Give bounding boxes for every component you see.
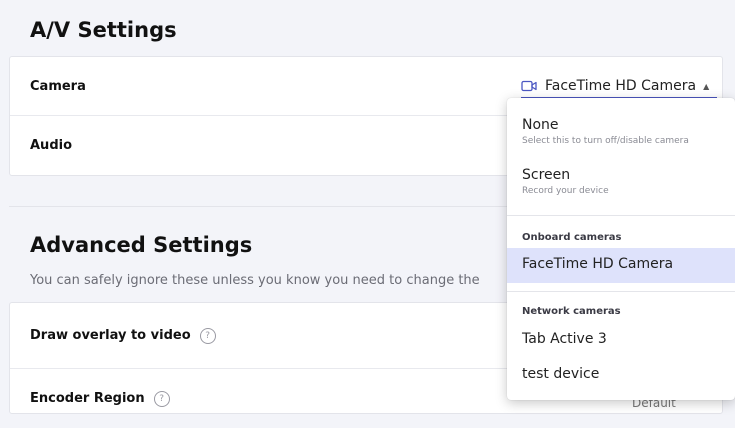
draw-overlay-label: Draw overlay to video [30,328,191,343]
audio-label: Audio [30,138,73,153]
help-icon[interactable]: ? [153,391,170,407]
camera-select[interactable]: FaceTime HD Camera ▲ [521,75,717,99]
option-none-label: None [522,117,559,133]
video-camera-icon [521,80,537,92]
option-tab-active-3-label: Tab Active 3 [522,331,607,347]
option-facetime-label: FaceTime HD Camera [522,256,674,272]
group-onboard-cameras: Onboard cameras [522,232,622,243]
option-tab-active-3[interactable]: Tab Active 3 [507,331,735,347]
dropdown-separator [507,215,735,216]
advanced-settings-title: Advanced Settings [30,233,253,257]
option-screen[interactable]: Screen Record your device [507,167,735,196]
help-icon[interactable]: ? [199,327,216,344]
option-test-device-label: test device [522,366,600,382]
option-screen-description: Record your device [522,186,609,196]
option-facetime-hd-camera[interactable]: FaceTime HD Camera [507,248,735,283]
camera-select-value: FaceTime HD Camera [545,78,697,94]
caret-up-icon: ▲ [703,81,710,91]
av-settings-title: A/V Settings [30,18,177,42]
camera-label: Camera [30,78,86,94]
encoder-region-label: Encoder Region [30,391,145,406]
advanced-settings-subtitle: You can safely ignore these unless you k… [30,273,480,288]
group-network-cameras: Network cameras [522,306,621,317]
dropdown-separator [507,291,735,292]
camera-dropdown-menu: None Select this to turn off/disable cam… [507,98,735,400]
option-none[interactable]: None Select this to turn off/disable cam… [507,117,735,146]
option-none-description: Select this to turn off/disable camera [522,136,689,146]
option-test-device[interactable]: test device [507,366,735,382]
option-screen-label: Screen [522,167,571,183]
